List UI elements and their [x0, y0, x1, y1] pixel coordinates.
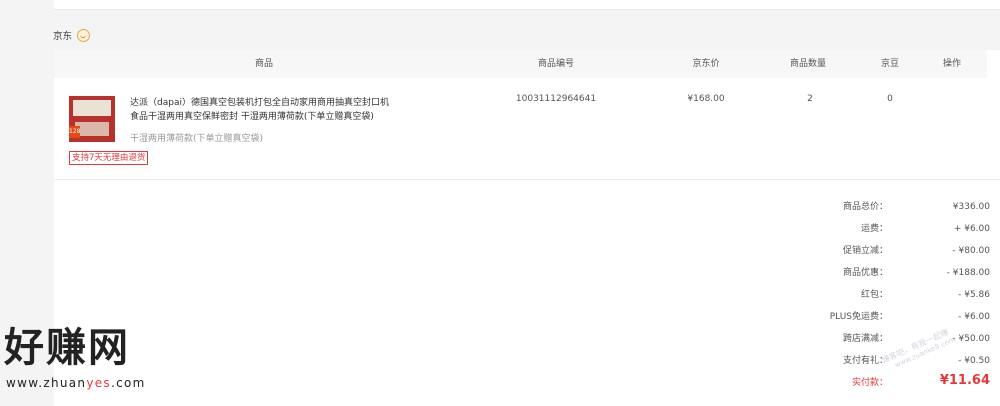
header-quantity: 商品数量	[789, 59, 826, 69]
summary-row: 运费： + ¥6.00	[754, 222, 990, 244]
table-row: 128 达派（dapai）德国真空包装机打包全自动家用商用抽真空封口机 食品干湿…	[54, 78, 1000, 180]
summary-row: 商品总价： ¥336.00	[754, 200, 990, 222]
summary-label: 红包：	[860, 290, 888, 300]
summary-label: 商品优惠：	[842, 268, 888, 278]
product-beans: 0	[887, 94, 893, 104]
shop-name: 京东	[53, 31, 73, 42]
total-label: 实付款：	[851, 378, 888, 388]
shop-header: 京东	[53, 28, 91, 42]
summary-value: - ¥80.00	[952, 246, 990, 256]
thumb-badge: 128	[69, 126, 80, 138]
summary-label: 商品总价：	[842, 202, 888, 212]
top-panel-edge	[54, 0, 1000, 10]
product-name-line1: 达派（dapai）德国真空包装机打包全自动家用商用抽真空封口机	[130, 98, 389, 108]
watermark-url-prefix: www.zhuan	[6, 376, 87, 390]
summary-value: + ¥6.00	[953, 224, 990, 234]
product-name-line2: 食品干湿两用真空保鲜密封 干湿两用薄荷款(下单立赠真空袋)	[130, 112, 374, 122]
summary-value: - ¥188.00	[946, 268, 990, 278]
summary-value: - ¥5.86	[958, 290, 990, 300]
summary-value: ¥336.00	[952, 202, 990, 212]
summary-total-row: 实付款： ¥11.64	[754, 373, 990, 398]
summary-row: 促销立减： - ¥80.00	[754, 244, 990, 266]
summary-label: 促销立减：	[842, 246, 888, 256]
summary-label: 运费：	[860, 224, 888, 234]
watermark-title: 好赚网	[4, 325, 130, 371]
product-name-link[interactable]: 达派（dapai）德国真空包装机打包全自动家用商用抽真空封口机 食品干湿两用真空…	[130, 96, 430, 124]
summary-row: 红包： - ¥5.86	[754, 288, 990, 310]
total-amount: ¥11.64	[939, 373, 990, 388]
product-spec: 干湿两用薄荷款(下单立赠真空袋)	[130, 134, 264, 144]
product-price: ¥168.00	[687, 94, 725, 104]
table-header: 商品 商品编号 京东价 商品数量 京豆 操作	[54, 50, 987, 78]
product-quantity: 2	[807, 94, 813, 104]
header-price: 京东价	[692, 59, 720, 69]
watermark-url: www.zhuanyes.com	[6, 376, 146, 390]
site-watermark: 好赚网 www.zhuanyes.com	[0, 326, 200, 394]
product-sku: 10031112964641	[515, 94, 597, 104]
summary-row: 商品优惠： - ¥188.00	[754, 266, 990, 288]
smile-icon[interactable]	[77, 28, 91, 42]
summary-label: 跨店满减：	[842, 334, 888, 344]
summary-label: PLUS免运费：	[829, 312, 888, 322]
return-policy-badge: 支持7天无理由退货	[69, 151, 149, 165]
header-sku: 商品编号	[537, 59, 574, 69]
watermark-url-suffix: .com	[110, 376, 146, 390]
header-product: 商品	[254, 59, 273, 69]
watermark-url-highlight: yes	[86, 376, 111, 390]
product-image[interactable]: 128	[69, 96, 115, 142]
header-actions: 操作	[942, 59, 961, 69]
